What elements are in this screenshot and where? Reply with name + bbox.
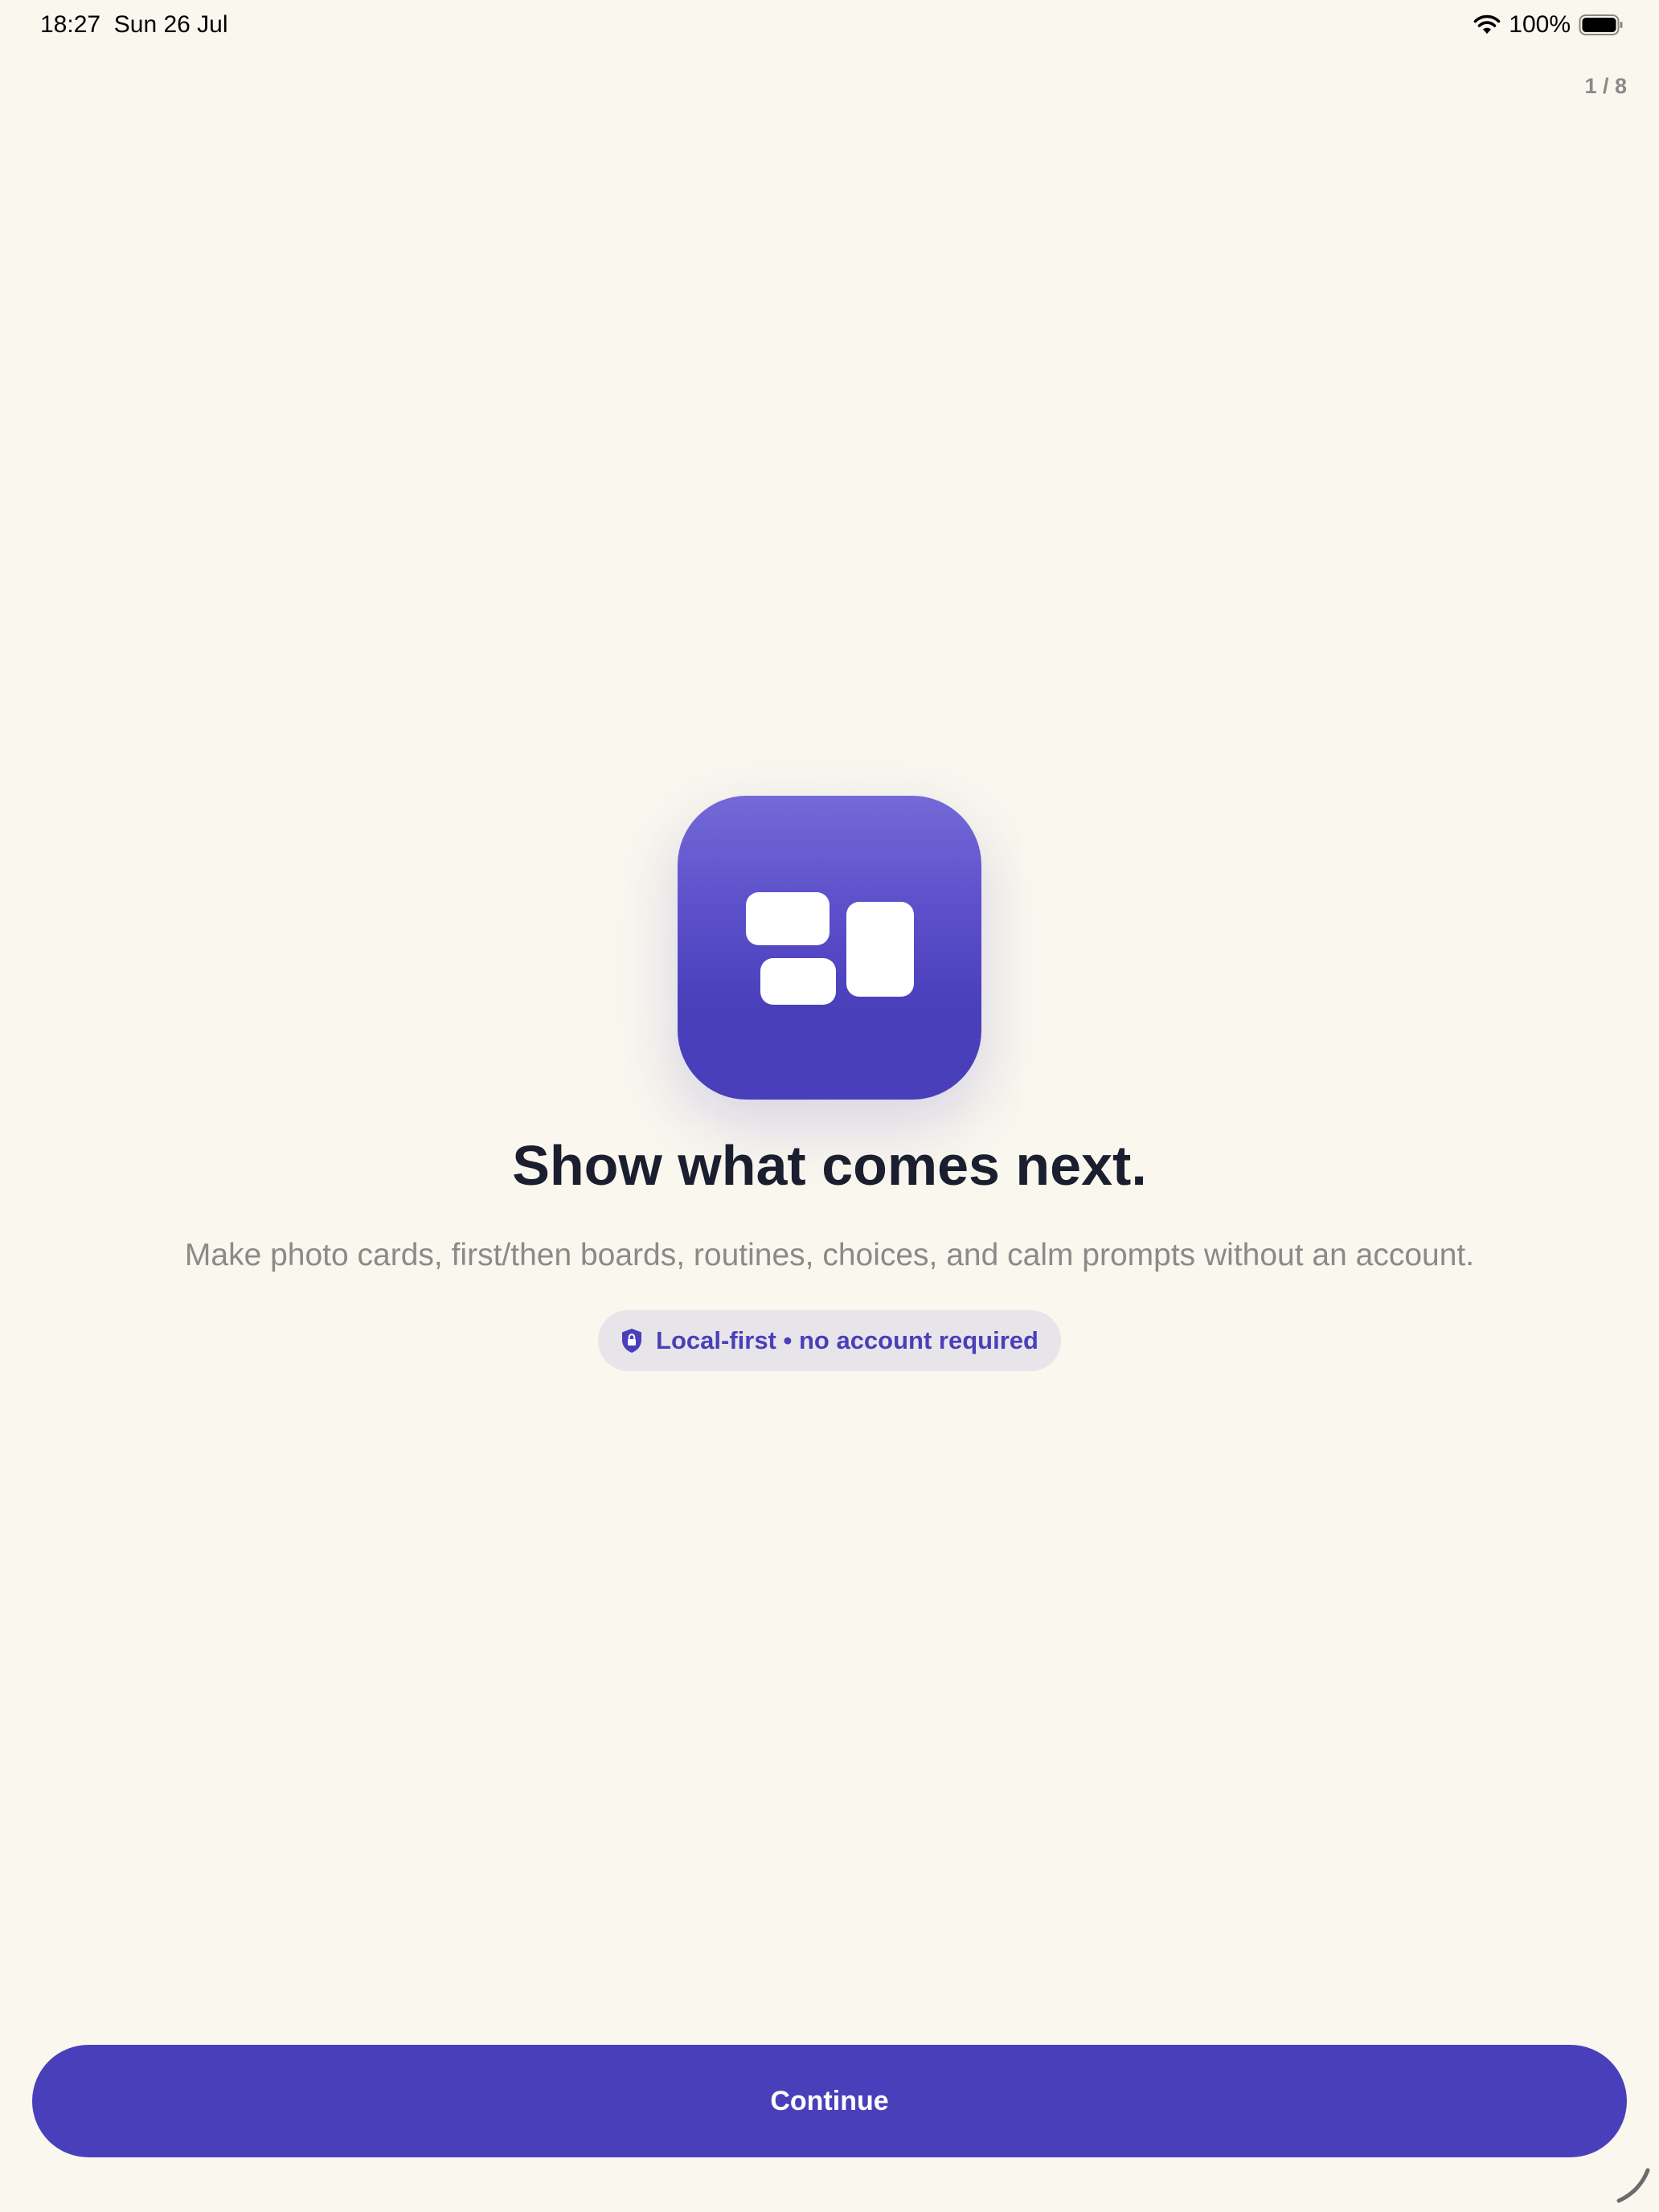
status-time: 18:27 Sun 26 Jul [40, 11, 228, 39]
home-indicator [1616, 2168, 1650, 2203]
status-clock: 18:27 [40, 11, 101, 38]
card-tile-bottom-left [760, 958, 836, 1005]
page-counter: 1 / 8 [1584, 74, 1627, 98]
cards-board-icon [678, 796, 981, 1100]
status-date: Sun 26 Jul [113, 11, 228, 38]
privacy-badge: Local-first • no account required [598, 1310, 1061, 1371]
page-title: Show what comes next. [512, 1134, 1147, 1197]
wifi-icon [1473, 14, 1501, 34]
page-subtitle: Make photo cards, first/then boards, rou… [184, 1238, 1475, 1272]
battery-percentage: 100% [1509, 11, 1571, 38]
card-tile-right [846, 902, 914, 997]
continue-button[interactable]: Continue [32, 2045, 1627, 2157]
battery-icon [1579, 14, 1623, 35]
privacy-badge-label: Local-first • no account required [656, 1326, 1038, 1354]
status-bar: 18:27 Sun 26 Jul 100% [0, 0, 1659, 56]
card-tile-top-left [746, 892, 830, 945]
status-indicators: 100% [1473, 11, 1624, 39]
lock-shield-icon [622, 1329, 642, 1353]
